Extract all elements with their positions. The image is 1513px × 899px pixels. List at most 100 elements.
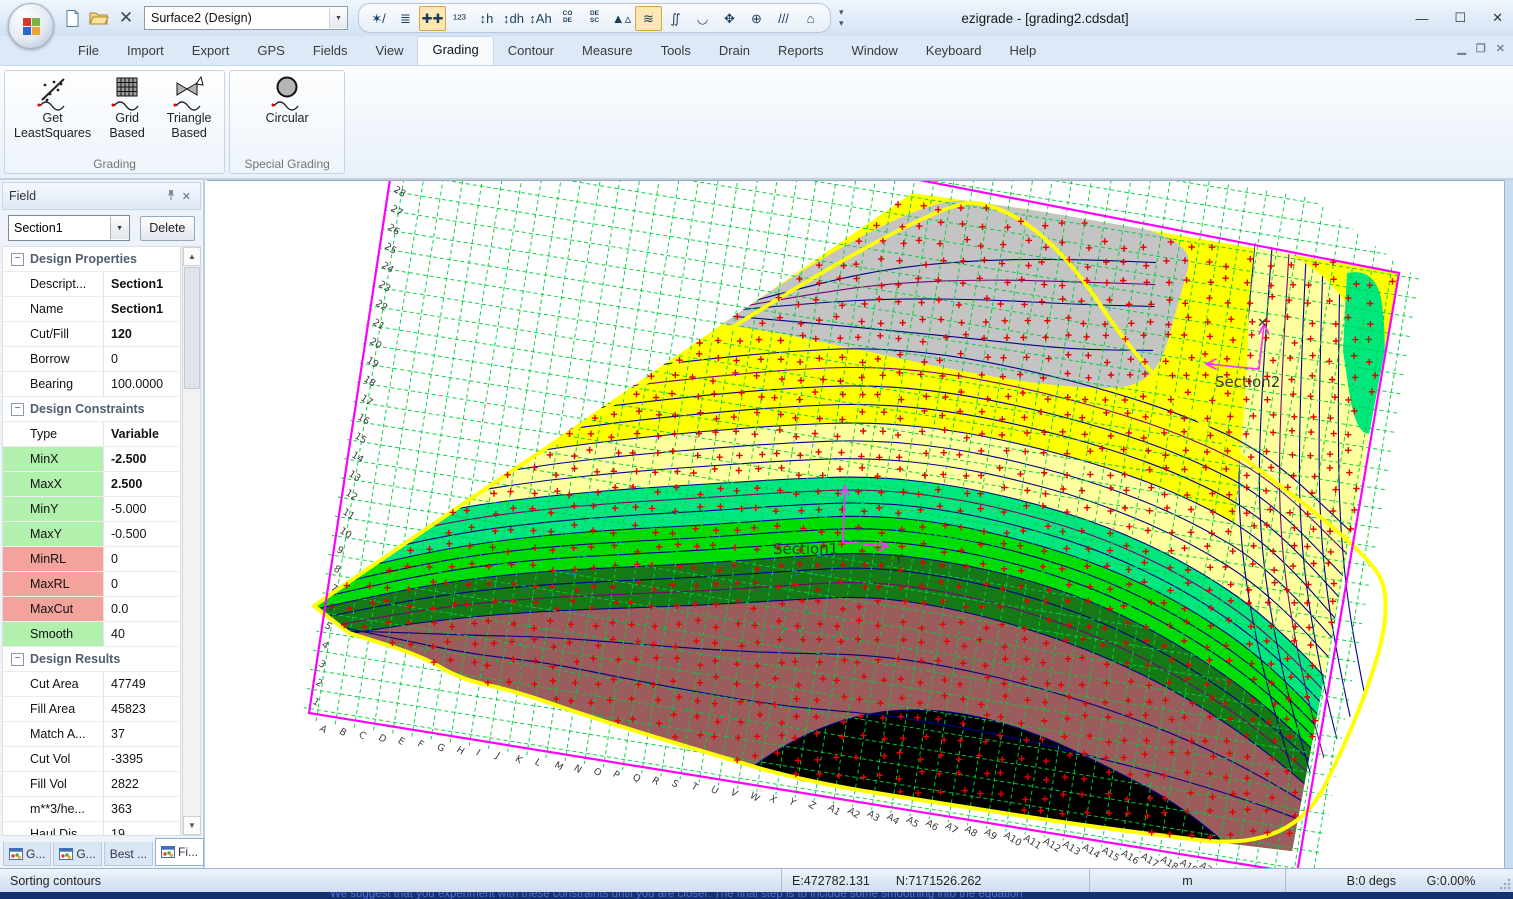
menu-keyboard[interactable]: Keyboard (912, 38, 996, 65)
menu-fields[interactable]: Fields (299, 38, 362, 65)
menu-contour[interactable]: Contour (494, 38, 568, 65)
menu-reports[interactable]: Reports (764, 38, 838, 65)
property-row[interactable]: Fill Vol2822 (3, 772, 180, 797)
new-file-icon[interactable] (60, 6, 84, 30)
svg-text:19: 19 (364, 355, 380, 371)
mdi-window-buttons: ▁ ❐ ✕ (1457, 42, 1505, 55)
chevron-down-icon[interactable]: ▼ (110, 217, 129, 239)
property-row[interactable]: TypeVariable (3, 422, 180, 447)
dock-tab[interactable]: G... (53, 842, 101, 866)
property-row[interactable]: Cut Vol-3395 (3, 747, 180, 772)
property-row[interactable]: Match A...37 (3, 722, 180, 747)
design-height-icon[interactable]: ↕Ah (527, 6, 554, 31)
property-row[interactable]: Fill Area45823 (3, 697, 180, 722)
scroll-thumb[interactable] (184, 267, 200, 389)
delta-height-icon[interactable]: ↕dh (500, 6, 527, 31)
resize-grip[interactable] (1498, 877, 1511, 890)
menu-drain[interactable]: Drain (705, 38, 764, 65)
maximize-button[interactable]: ☐ (1454, 10, 1466, 26)
field-selector[interactable]: Section1 ▼ (8, 215, 130, 241)
get-leastsquares-button[interactable]: Get LeastSquares (9, 73, 96, 156)
delete-button[interactable]: Delete (140, 216, 195, 241)
section-header[interactable]: −Design Results (3, 647, 180, 672)
dock-tab[interactable]: Fi... (155, 838, 204, 866)
description-label-icon[interactable]: DESC (581, 6, 608, 31)
property-row[interactable]: MaxRL0 (3, 572, 180, 597)
height-label-icon[interactable]: ↕h (473, 6, 500, 31)
property-row[interactable]: Borrow0 (3, 347, 180, 372)
menu-view[interactable]: View (362, 38, 418, 65)
panel-close-icon[interactable]: ✕ (179, 190, 194, 203)
property-row[interactable]: MaxY-0.500 (3, 522, 180, 547)
map-canvas[interactable]: 1234567891011121314151617181920212223242… (207, 181, 1503, 868)
property-row[interactable]: Smooth40 (3, 622, 180, 647)
menu-import[interactable]: Import (113, 38, 178, 65)
svg-text:12: 12 (343, 488, 359, 504)
section-header[interactable]: −Design Constraints (3, 397, 180, 422)
svg-text:24: 24 (379, 260, 395, 276)
zoom-extents-icon[interactable]: ✥ (716, 6, 743, 31)
triangle-based-button[interactable]: Triangle Based (158, 73, 220, 156)
minimize-button[interactable]: — (1415, 11, 1428, 26)
close-button[interactable]: ✕ (1492, 10, 1503, 26)
circular-button[interactable]: Circular (234, 73, 340, 156)
menu-file[interactable]: File (64, 38, 113, 65)
mdi-close-icon[interactable]: ✕ (1496, 42, 1505, 55)
scroll-up-icon[interactable]: ▲ (183, 247, 201, 266)
property-row[interactable]: m**3/he...363 (3, 797, 180, 822)
contours-icon[interactable]: ≋ (635, 6, 662, 31)
section-header[interactable]: −Design Properties (3, 247, 180, 272)
property-row[interactable]: MinY-5.000 (3, 497, 180, 522)
toolbar-overflow-icon[interactable]: ▾▾ (839, 7, 844, 29)
draw-points-icon[interactable]: ✶/ (365, 6, 392, 31)
property-row[interactable]: MinRL0 (3, 547, 180, 572)
property-row[interactable]: MaxCut0.0 (3, 597, 180, 622)
dock-tab[interactable]: Best ... (104, 842, 153, 866)
grid-icon (108, 75, 146, 111)
svg-text:W: W (748, 790, 762, 805)
close-surface-icon[interactable]: ✕ (114, 6, 138, 30)
catchment-icon[interactable]: ◡ (689, 6, 716, 31)
show-points-icon[interactable]: ✚✚ (419, 6, 446, 31)
code-label-icon[interactable]: CODE (554, 6, 581, 31)
dock-tab[interactable]: G... (3, 842, 51, 866)
collapse-icon[interactable]: − (11, 653, 24, 666)
home-view-icon[interactable]: ⌂ (797, 6, 824, 31)
pin-icon[interactable] (163, 189, 179, 204)
property-row[interactable]: MaxX2.500 (3, 472, 180, 497)
property-row[interactable]: Haul Dis...19 (3, 822, 180, 836)
property-row[interactable]: Cut/Fill120 (3, 322, 180, 347)
hatch-icon[interactable]: /// (770, 6, 797, 31)
menu-measure[interactable]: Measure (568, 38, 647, 65)
triangles-icon[interactable]: ▲▵ (608, 6, 635, 31)
svg-text:J: J (493, 750, 502, 761)
grid-based-button[interactable]: Grid Based (96, 73, 158, 156)
menu-gps[interactable]: GPS (243, 38, 298, 65)
collapse-icon[interactable]: − (11, 403, 24, 416)
status-easting: E:472782.131 (792, 874, 870, 888)
mdi-restore-icon[interactable]: ❐ (1476, 42, 1486, 55)
property-row[interactable]: NameSection1 (3, 297, 180, 322)
colored-profile-icon[interactable]: ≣ (392, 6, 419, 31)
scrollbar[interactable]: ▲ ▼ (182, 246, 201, 836)
property-row[interactable]: Cut Area47749 (3, 672, 180, 697)
menu-window[interactable]: Window (838, 38, 912, 65)
window-frame (1504, 180, 1513, 868)
zoom-window-icon[interactable]: ⊕ (743, 6, 770, 31)
mdi-minimize-icon[interactable]: ▁ (1457, 42, 1465, 55)
point-numbers-icon[interactable]: ¹²³ (446, 6, 473, 31)
flow-lines-icon[interactable]: ∬ (662, 6, 689, 31)
menu-help[interactable]: Help (995, 38, 1050, 65)
surface-selector[interactable]: Surface2 (Design) ▼ (144, 6, 348, 30)
scroll-down-icon[interactable]: ▼ (183, 816, 201, 835)
menu-export[interactable]: Export (178, 38, 244, 65)
app-menu-orb[interactable] (8, 3, 54, 49)
chevron-down-icon[interactable]: ▼ (329, 8, 347, 28)
open-file-icon[interactable] (87, 6, 111, 30)
menu-tools[interactable]: Tools (647, 38, 705, 65)
property-row[interactable]: Bearing100.0000 (3, 372, 180, 397)
menu-grading[interactable]: Grading (417, 36, 493, 65)
property-row[interactable]: MinX-2.500 (3, 447, 180, 472)
property-row[interactable]: Descript...Section1 (3, 272, 180, 297)
collapse-icon[interactable]: − (11, 253, 24, 266)
